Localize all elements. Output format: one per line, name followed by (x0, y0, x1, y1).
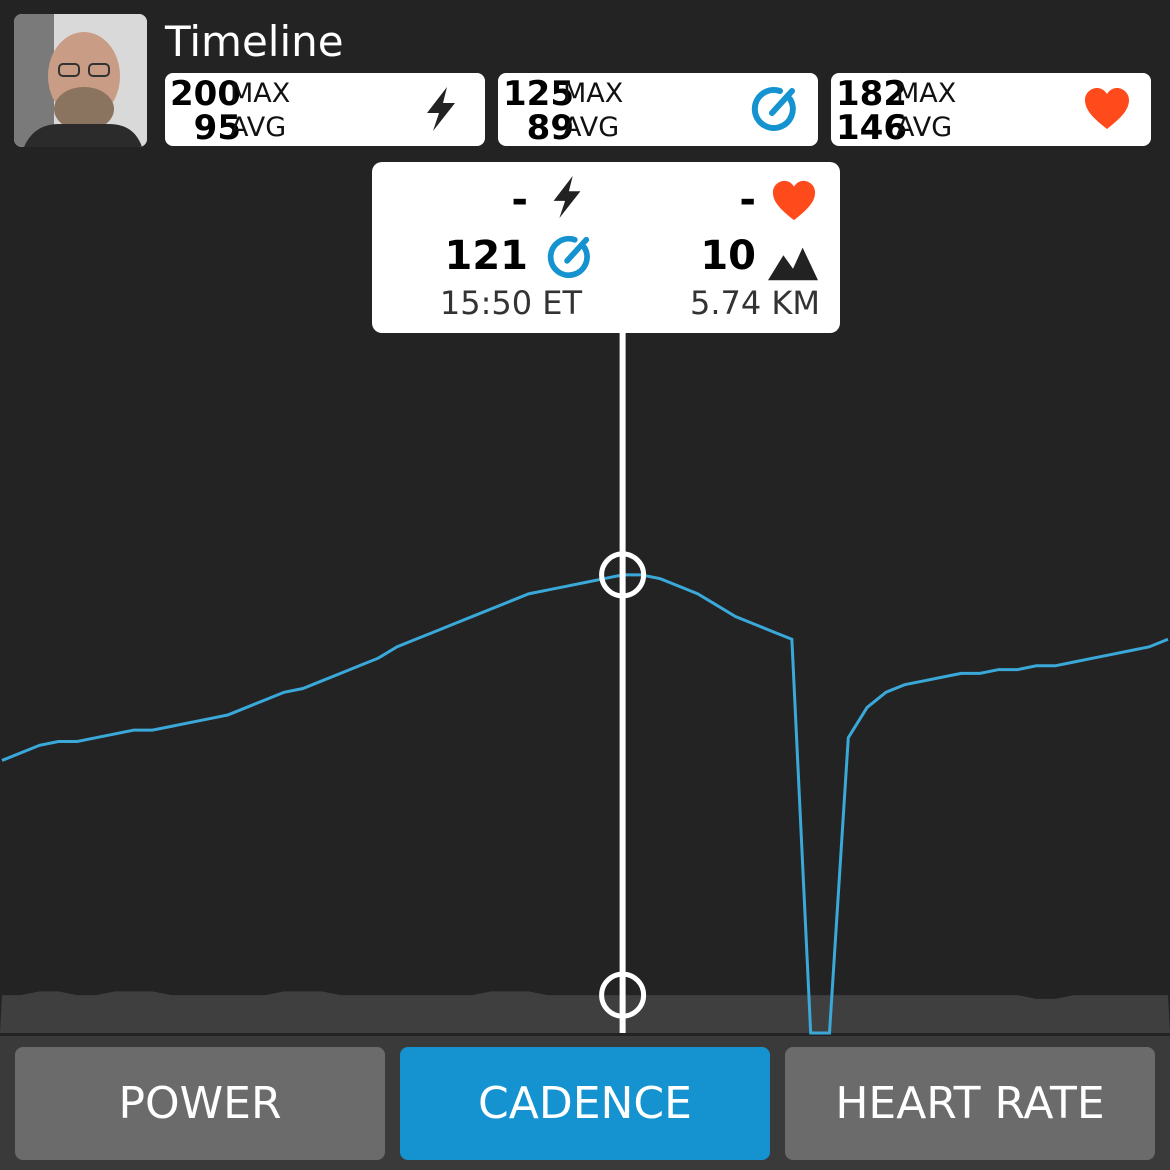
cadence-gauge-icon (547, 235, 590, 279)
tooltip-time: 15:50 ET (439, 284, 582, 322)
tooltip-distance: 5.74 KM (689, 284, 820, 322)
cadence-avg-row: 89 AVG (498, 110, 688, 146)
heart-rate-avg-label: AVG (896, 112, 953, 143)
cadence-gauge-icon (751, 86, 796, 131)
tooltip-cadence-value: 121 (444, 233, 529, 279)
power-stats-card: 200 MAX 95 AVG (165, 73, 485, 146)
mountain-icon (768, 247, 818, 281)
tab-heart-rate[interactable]: HEART RATE (785, 1047, 1155, 1160)
tab-power[interactable]: POWER (15, 1047, 385, 1160)
tooltip-elevation-value: 10 (700, 233, 756, 279)
power-max-row: 200 MAX (165, 76, 355, 112)
elevation-area-layer (0, 991, 1170, 1033)
lightning-icon (553, 175, 581, 219)
cadence-timeline-chart[interactable] (0, 333, 1170, 1036)
elevation-area (0, 991, 1170, 1033)
heart-icon (772, 180, 816, 221)
cadence-line-layer (1, 573, 1169, 1035)
power-avg-row: 95 AVG (165, 110, 355, 146)
heart-rate-max-row: 182 MAX (831, 76, 1021, 112)
tooltip-power-value: - (511, 177, 528, 223)
heart-icon (1085, 88, 1129, 129)
tooltip-heart-rate-value: - (739, 177, 756, 223)
tab-cadence[interactable]: CADENCE (400, 1047, 770, 1160)
heart-rate-stats-card: 182 MAX 146 AVG (831, 73, 1151, 146)
avatar-photo (14, 14, 147, 147)
lightning-icon (427, 87, 455, 131)
cadence-max-label: MAX (563, 78, 624, 109)
cadence-max-row: 125 MAX (498, 76, 688, 112)
cadence-avg-label: AVG (563, 112, 620, 143)
cursor-tooltip: - - 121 10 15:50 ET 5.74 KM (372, 162, 840, 333)
cadence-stats-card: 125 MAX 89 AVG (498, 73, 818, 146)
cadence-series-line (1, 573, 1169, 1035)
power-max-label: MAX (230, 78, 291, 109)
heart-rate-max-label: MAX (896, 78, 957, 109)
power-avg-label: AVG (230, 112, 287, 143)
avatar (14, 14, 147, 147)
heart-rate-avg-row: 146 AVG (831, 110, 1021, 146)
page-title: Timeline (165, 17, 344, 66)
